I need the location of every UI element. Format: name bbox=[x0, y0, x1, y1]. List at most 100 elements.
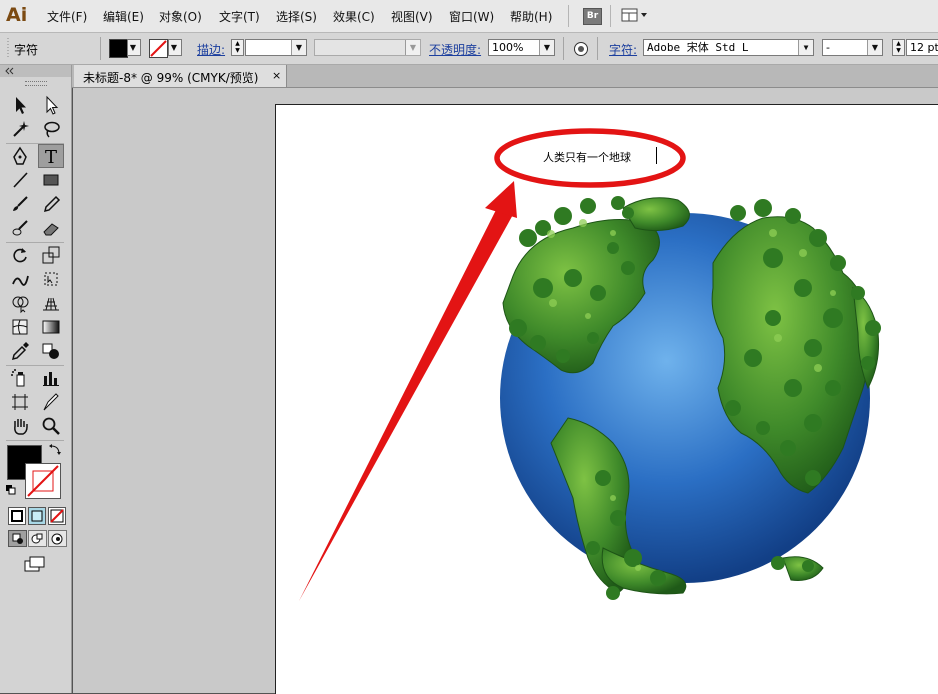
column-graph-tool[interactable] bbox=[40, 367, 62, 389]
stroke-weight-field[interactable]: ▼ bbox=[245, 39, 307, 56]
artboard-tool-icon bbox=[12, 394, 28, 410]
symbol-sprayer-tool[interactable] bbox=[9, 367, 31, 389]
menu-type[interactable]: 文字(T) bbox=[219, 8, 260, 25]
arrange-documents-button[interactable] bbox=[621, 8, 649, 23]
annotation-arrow bbox=[299, 198, 515, 601]
screen-mode-icon[interactable] bbox=[23, 555, 47, 573]
draw-normal-button[interactable] bbox=[8, 530, 27, 547]
menu-select[interactable]: 选择(S) bbox=[276, 8, 317, 25]
rectangle-tool[interactable] bbox=[40, 169, 62, 191]
tool-separator bbox=[6, 365, 64, 366]
font-family-dropdown[interactable]: Adobe 宋体 Std L ▼ bbox=[643, 39, 814, 56]
panel-grip[interactable] bbox=[25, 81, 47, 86]
tools-panel-header[interactable] bbox=[0, 65, 71, 77]
lasso-tool[interactable] bbox=[40, 118, 62, 140]
chevron-down-icon: ▼ bbox=[128, 40, 140, 55]
slice-tool[interactable] bbox=[40, 391, 62, 413]
color-mode-button[interactable] bbox=[8, 507, 26, 525]
pen-tool-icon bbox=[13, 146, 27, 165]
menu-help[interactable]: 帮助(H) bbox=[510, 8, 552, 25]
menu-window[interactable]: 窗口(W) bbox=[449, 8, 494, 25]
draw-normal-icon bbox=[12, 533, 23, 544]
close-icon[interactable]: × bbox=[272, 69, 281, 82]
gradient-tool-icon bbox=[42, 320, 60, 334]
shape-builder-tool[interactable] bbox=[9, 292, 31, 314]
pencil-tool[interactable] bbox=[40, 193, 62, 215]
line-segment-tool[interactable] bbox=[9, 169, 31, 191]
artboard-text-object[interactable]: 人类只有一个地球 bbox=[543, 149, 631, 165]
eraser-tool[interactable] bbox=[40, 217, 62, 239]
rotate-tool[interactable] bbox=[9, 244, 31, 266]
collapse-panel-icon[interactable] bbox=[3, 65, 17, 77]
warp-tool[interactable] bbox=[9, 268, 31, 290]
opacity-value: 100% bbox=[492, 41, 524, 54]
selection-tool[interactable] bbox=[9, 94, 31, 116]
blob-brush-tool[interactable] bbox=[9, 217, 31, 239]
font-size-stepper[interactable]: ▲ ▼ bbox=[892, 39, 905, 56]
tool-separator bbox=[6, 440, 64, 441]
stroke-color-dropdown[interactable]: ▼ bbox=[168, 39, 182, 56]
free-transform-tool-icon bbox=[44, 272, 58, 286]
document-tab[interactable]: 未标题-8* @ 99% (CMYK/预览) × bbox=[74, 65, 287, 87]
artboard-tool[interactable] bbox=[9, 391, 31, 413]
direct-selection-tool-icon bbox=[46, 95, 59, 115]
mesh-tool[interactable] bbox=[9, 316, 31, 338]
scale-tool-icon bbox=[42, 246, 60, 264]
magic-wand-tool[interactable] bbox=[9, 118, 31, 140]
no-stroke-icon bbox=[27, 465, 59, 497]
stroke-color-swatch[interactable] bbox=[149, 39, 168, 58]
perspective-grid-tool[interactable] bbox=[40, 292, 62, 314]
no-stroke-icon bbox=[150, 40, 167, 57]
font-style-dropdown[interactable]: - ▼ bbox=[822, 39, 883, 56]
direct-selection-tool[interactable] bbox=[40, 94, 62, 116]
swap-fill-stroke-icon[interactable] bbox=[48, 443, 62, 457]
menu-effect[interactable]: 效果(C) bbox=[333, 8, 375, 25]
stroke-swatch-large[interactable] bbox=[25, 463, 61, 499]
recolor-artwork-icon[interactable] bbox=[573, 41, 589, 57]
opacity-field[interactable]: 100% ▼ bbox=[488, 39, 555, 56]
gradient-tool[interactable] bbox=[40, 316, 62, 338]
pen-tool[interactable] bbox=[9, 145, 31, 167]
none-mode-button[interactable] bbox=[48, 507, 66, 525]
draw-inside-button[interactable] bbox=[48, 530, 67, 547]
fill-color-swatch[interactable] bbox=[109, 39, 128, 58]
rectangle-tool-icon bbox=[43, 174, 59, 186]
menu-file[interactable]: 文件(F) bbox=[47, 8, 87, 25]
paintbrush-tool[interactable] bbox=[9, 193, 31, 215]
panel-label: 字符 bbox=[14, 43, 39, 57]
color-icon bbox=[11, 510, 23, 522]
character-label[interactable]: 字符: bbox=[609, 41, 637, 58]
type-tool[interactable]: T bbox=[38, 144, 64, 168]
column-graph-tool-icon bbox=[43, 372, 59, 386]
gradient-icon bbox=[31, 510, 43, 522]
default-fill-stroke-icon[interactable] bbox=[5, 484, 17, 496]
scale-tool[interactable] bbox=[40, 244, 62, 266]
opacity-label[interactable]: 不透明度: bbox=[429, 41, 481, 58]
line-segment-tool-icon bbox=[13, 172, 28, 188]
panel-grip-icon bbox=[7, 38, 9, 59]
zoom-tool[interactable] bbox=[40, 415, 62, 437]
canvas-area[interactable]: 人类只有一个地球 bbox=[73, 88, 938, 694]
free-transform-tool[interactable] bbox=[40, 268, 62, 290]
font-size-field[interactable]: 12 pt bbox=[906, 39, 938, 56]
mesh-tool-icon bbox=[12, 319, 28, 335]
menu-view[interactable]: 视图(V) bbox=[391, 8, 433, 25]
eraser-tool-icon bbox=[43, 223, 59, 236]
blend-tool[interactable] bbox=[40, 340, 62, 362]
chevron-down-icon: ▼ bbox=[798, 40, 813, 55]
earth-globe-image[interactable] bbox=[73, 88, 938, 693]
variable-width-profile-dropdown[interactable]: ▼ bbox=[314, 39, 421, 56]
eyedropper-tool[interactable] bbox=[9, 340, 31, 362]
tool-separator bbox=[6, 242, 64, 243]
lasso-tool-icon bbox=[44, 121, 60, 138]
gradient-mode-button[interactable] bbox=[28, 507, 46, 525]
hand-tool[interactable] bbox=[9, 415, 31, 437]
draw-behind-button[interactable] bbox=[28, 530, 47, 547]
bridge-button[interactable]: Br bbox=[583, 8, 602, 25]
stroke-label[interactable]: 描边: bbox=[197, 41, 225, 58]
menu-edit[interactable]: 编辑(E) bbox=[103, 8, 144, 25]
menu-object[interactable]: 对象(O) bbox=[159, 8, 202, 25]
chevron-down-icon: ▼ bbox=[169, 40, 181, 55]
fill-color-dropdown[interactable]: ▼ bbox=[127, 39, 141, 56]
stroke-weight-stepper[interactable]: ▲ ▼ bbox=[231, 39, 244, 56]
